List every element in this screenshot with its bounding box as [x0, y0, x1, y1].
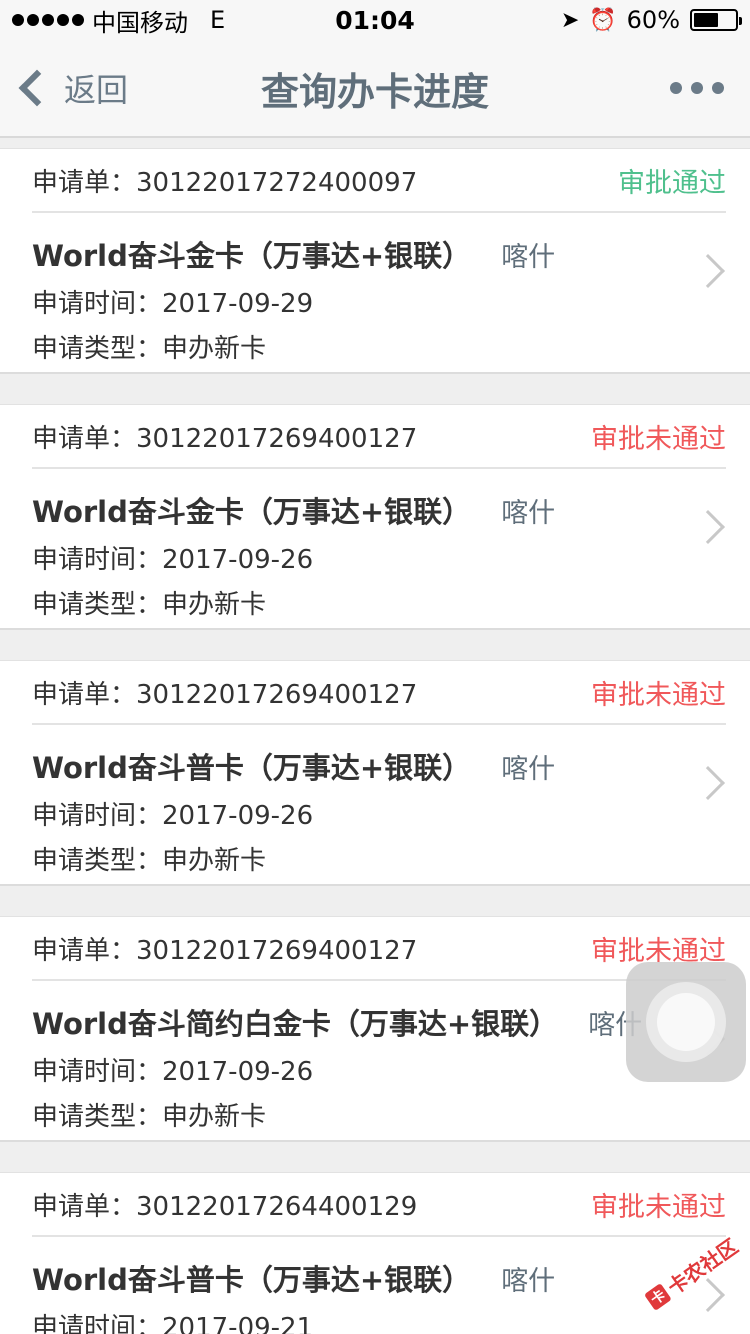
more-dot-icon — [691, 82, 703, 94]
card-body: World奋斗普卡（万事达+银联） 喀什 申请时间：2017-09-26 申请类… — [32, 725, 750, 877]
location-arrow-icon: ➤ — [560, 7, 580, 33]
more-dot-icon — [712, 82, 724, 94]
approval-status-badge: 审批未通过 — [591, 679, 726, 711]
card-product-name: World奋斗普卡（万事达+银联） — [32, 751, 472, 785]
card-product-name: World奋斗普卡（万事达+银联） — [32, 1263, 472, 1297]
application-card[interactable]: 申请单：30122017269400127 审批未通过 World奋斗金卡（万事… — [0, 404, 750, 630]
status-right: ➤ ⏰ 60% — [560, 6, 742, 34]
approval-status-badge: 审批通过 — [618, 167, 726, 199]
card-product-name: World奋斗金卡（万事达+银联） — [32, 495, 472, 529]
card-holder-name: 喀什 — [501, 242, 556, 273]
alarm-clock-icon: ⏰ — [589, 7, 617, 33]
approval-status-badge: 审批未通过 — [591, 423, 726, 455]
status-bar: 中国移动 E 01:04 ➤ ⏰ 60% — [0, 0, 750, 40]
card-name-row: World奋斗金卡（万事达+银联） 喀什 — [32, 489, 750, 531]
card-header: 申请单：30122017264400129 审批未通过 — [32, 1173, 726, 1237]
approval-status-badge: 审批未通过 — [591, 1191, 726, 1223]
apply-time: 申请时间：2017-09-21 — [32, 1313, 314, 1334]
back-label: 返回 — [64, 71, 129, 109]
card-body: World奋斗金卡（万事达+银联） 喀什 申请时间：2017-09-26 申请类… — [32, 469, 750, 621]
battery-percent: 60% — [626, 6, 680, 34]
more-dot-icon — [670, 82, 682, 94]
nav-bar: 返回 查询办卡进度 — [0, 40, 750, 138]
order-number: 申请单：30122017272400097 — [32, 167, 418, 198]
card-holder-name: 喀什 — [501, 1266, 556, 1297]
card-product-name: World奋斗简约白金卡（万事达+银联） — [32, 1007, 559, 1041]
order-number: 申请单：30122017269400127 — [32, 679, 418, 710]
signal-strength-icon — [12, 14, 84, 26]
apply-type: 申请类型：申办新卡 — [32, 590, 267, 620]
application-card[interactable]: 申请单：30122017269400127 审批未通过 World奋斗普卡（万事… — [0, 660, 750, 886]
application-card[interactable]: 申请单：30122017264400129 审批未通过 World奋斗普卡（万事… — [0, 1172, 750, 1334]
card-header: 申请单：30122017269400127 审批未通过 — [32, 405, 726, 469]
network-type: E — [210, 6, 226, 34]
apply-time: 申请时间：2017-09-26 — [32, 801, 314, 831]
card-body: World奋斗普卡（万事达+银联） 喀什 申请时间：2017-09-21 申请类… — [32, 1237, 750, 1334]
order-number: 申请单：30122017269400127 — [32, 423, 418, 454]
battery-fill — [694, 13, 718, 27]
more-button[interactable] — [670, 82, 750, 94]
card-product-name: World奋斗金卡（万事达+银联） — [32, 239, 472, 273]
card-name-row: World奋斗金卡（万事达+银联） 喀什 — [32, 233, 750, 275]
chevron-left-icon — [18, 69, 56, 107]
apply-time: 申请时间：2017-09-26 — [32, 545, 314, 575]
battery-icon — [690, 9, 742, 31]
assistive-touch-button[interactable] — [626, 962, 746, 1082]
card-header: 申请单：30122017269400127 审批未通过 — [32, 661, 726, 725]
apply-type: 申请类型：申办新卡 — [32, 846, 267, 876]
card-header: 申请单：30122017269400127 审批未通过 — [32, 917, 726, 981]
card-holder-name: 喀什 — [501, 754, 556, 785]
card-name-row: World奋斗普卡（万事达+银联） 喀什 — [32, 745, 750, 787]
apply-type: 申请类型：申办新卡 — [32, 1102, 267, 1132]
order-number: 申请单：30122017264400129 — [32, 1191, 418, 1222]
card-holder-name: 喀什 — [501, 498, 556, 529]
apply-type: 申请类型：申办新卡 — [32, 334, 267, 364]
status-left: 中国移动 E — [12, 3, 225, 38]
card-header: 申请单：30122017272400097 审批通过 — [32, 149, 726, 213]
card-body: World奋斗金卡（万事达+银联） 喀什 申请时间：2017-09-29 申请类… — [32, 213, 750, 365]
application-card[interactable]: 申请单：30122017272400097 审批通过 World奋斗金卡（万事达… — [0, 148, 750, 374]
application-list: 申请单：30122017272400097 审批通过 World奋斗金卡（万事达… — [0, 138, 750, 1334]
apply-time: 申请时间：2017-09-29 — [32, 289, 314, 319]
order-number: 申请单：30122017269400127 — [32, 935, 418, 966]
carrier-label: 中国移动 — [92, 8, 188, 37]
back-button[interactable]: 返回 — [0, 65, 128, 111]
